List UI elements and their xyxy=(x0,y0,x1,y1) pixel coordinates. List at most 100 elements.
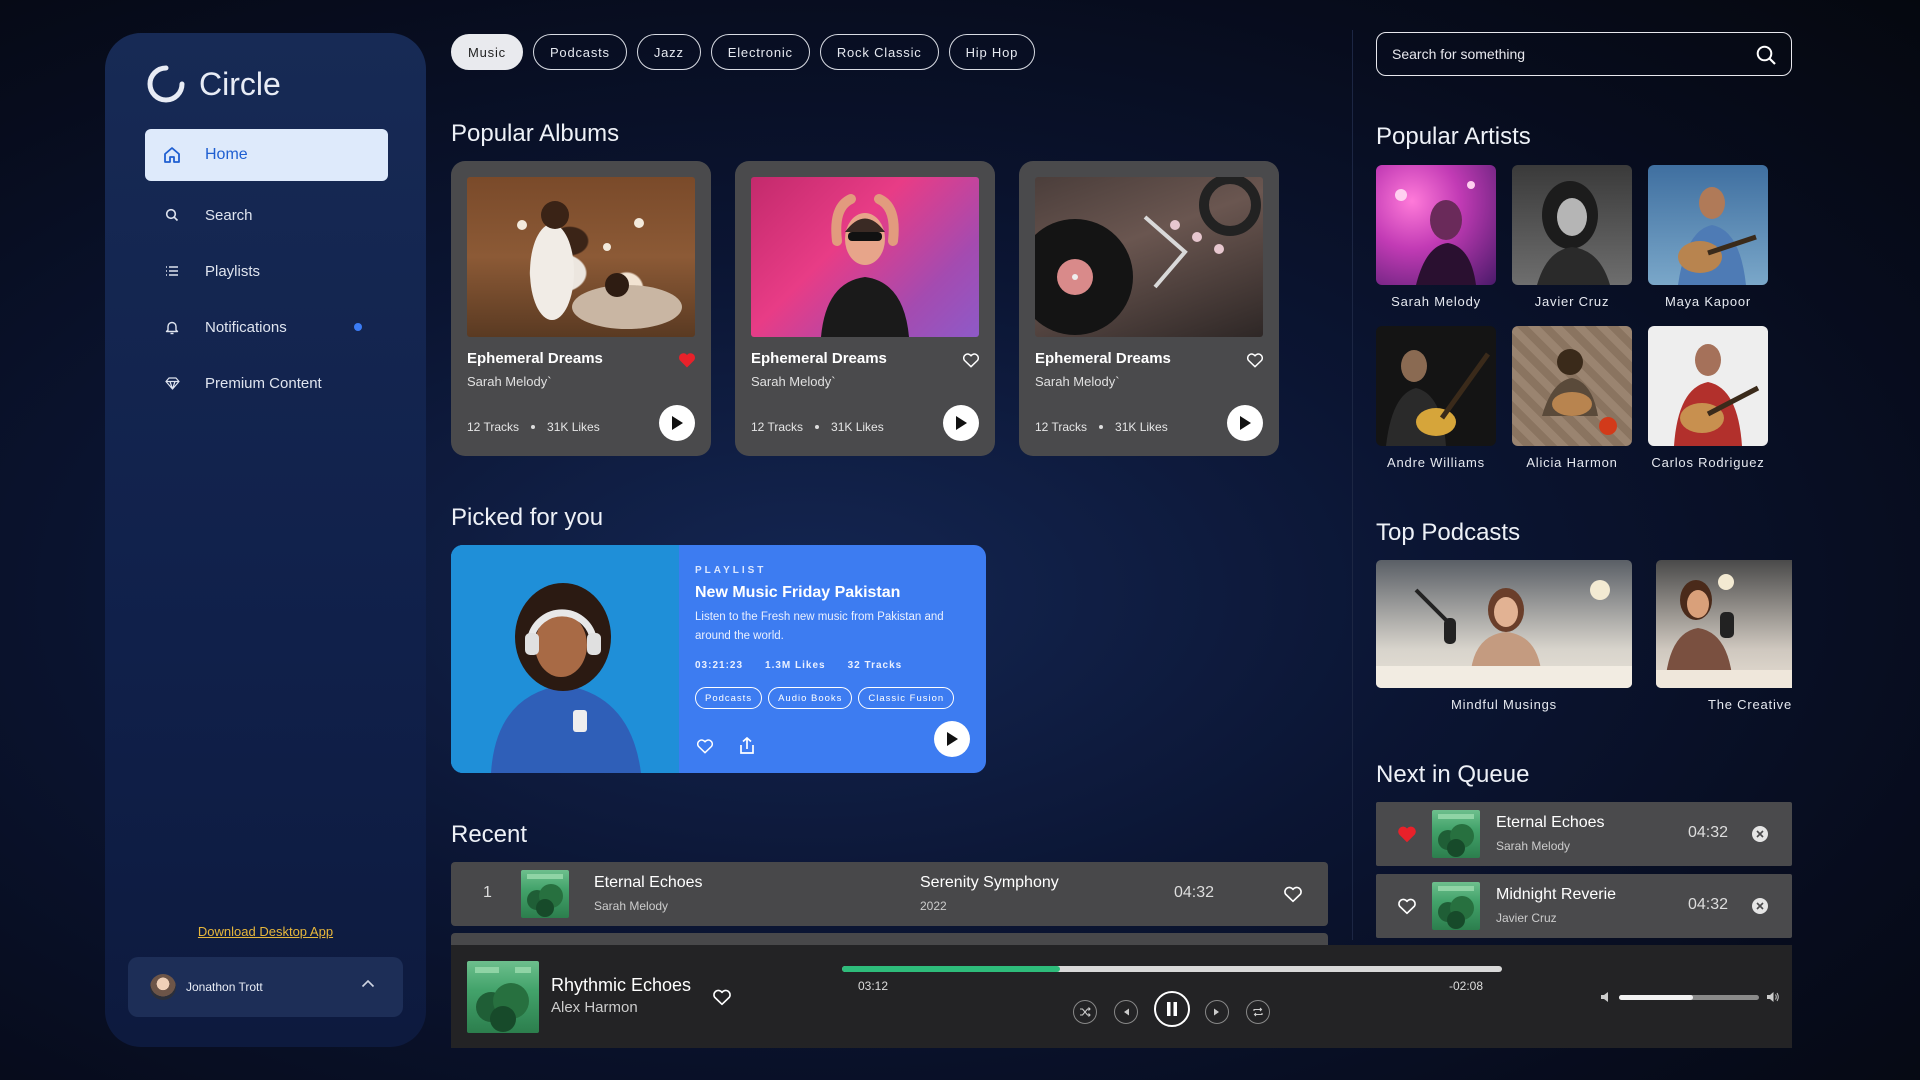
table-row[interactable] xyxy=(451,933,1328,945)
album-tracks: 12 Tracks xyxy=(1035,420,1088,434)
chip-rock-classic[interactable]: Rock Classic xyxy=(819,34,939,70)
album-title: Ephemeral Dreams xyxy=(467,350,603,367)
time-remaining: -02:08 xyxy=(1449,979,1484,993)
podcast-card[interactable]: The Creative xyxy=(1656,560,1792,712)
queue-item[interactable]: Midnight Reverie Javier Cruz 04:32 xyxy=(1376,874,1792,938)
list-icon xyxy=(163,262,181,280)
separator-dot xyxy=(531,425,536,429)
album-likes: 31K Likes xyxy=(1115,420,1168,434)
heart-icon[interactable] xyxy=(1245,350,1265,370)
featured-playlist-card[interactable]: PLAYLIST New Music Friday Pakistan Liste… xyxy=(451,545,986,773)
chip-hip-hop[interactable]: Hip Hop xyxy=(948,34,1036,70)
album-card[interactable]: Ephemeral Dreams Sarah Melody` 12 Tracks… xyxy=(1019,161,1279,456)
artist-name: Sarah Melody xyxy=(1391,294,1481,309)
close-icon[interactable] xyxy=(1752,826,1768,842)
podcast-name: The Creative xyxy=(1707,697,1792,712)
brand[interactable]: Circle xyxy=(145,63,281,105)
chevron-up-icon[interactable] xyxy=(361,979,375,988)
album-artist: Sarah Melody` xyxy=(467,374,552,389)
search-placeholder: Search for something xyxy=(1392,46,1526,62)
close-icon[interactable] xyxy=(1752,898,1768,914)
chip-electronic[interactable]: Electronic xyxy=(710,34,810,70)
artist-card[interactable]: Sarah Melody xyxy=(1376,165,1496,309)
volume-low-icon[interactable] xyxy=(1599,990,1611,1004)
album-meta: 12 Tracks 31K Likes xyxy=(467,420,600,434)
podcast-cover xyxy=(1376,560,1632,688)
playlist-type-label: PLAYLIST xyxy=(695,565,767,576)
artist-card[interactable]: Alicia Harmon xyxy=(1512,326,1632,470)
tag-audio-books[interactable]: Audio Books xyxy=(768,687,853,709)
picked-for-you-title: Picked for you xyxy=(451,504,604,531)
artist-card[interactable]: Javier Cruz xyxy=(1512,165,1632,309)
play-button[interactable] xyxy=(1227,405,1263,441)
track-title: Midnight Reverie xyxy=(1496,886,1617,903)
sidebar-item-search[interactable]: Search xyxy=(145,189,388,241)
sidebar-item-playlists[interactable]: Playlists xyxy=(145,245,388,297)
heart-filled-icon[interactable] xyxy=(1396,823,1418,845)
chip-jazz[interactable]: Jazz xyxy=(636,34,701,70)
share-icon[interactable] xyxy=(737,736,757,756)
pause-button[interactable] xyxy=(1154,991,1190,1027)
play-button[interactable] xyxy=(659,405,695,441)
track-cover xyxy=(521,870,569,918)
album-card[interactable]: Ephemeral Dreams Sarah Melody` 12 Tracks… xyxy=(451,161,711,456)
album-meta: 12 Tracks 31K Likes xyxy=(1035,420,1168,434)
artist-photo xyxy=(1376,165,1496,285)
sidebar-item-notifications[interactable]: Notifications xyxy=(145,301,388,353)
artist-card[interactable]: Andre Williams xyxy=(1376,326,1496,470)
play-button[interactable] xyxy=(934,721,970,757)
download-desktop-link[interactable]: Download Desktop App xyxy=(105,924,426,939)
separator-dot xyxy=(1099,425,1104,429)
heart-icon[interactable] xyxy=(1282,883,1304,905)
heart-icon[interactable] xyxy=(961,350,981,370)
artist-photo xyxy=(1648,165,1768,285)
playlist-cover xyxy=(451,545,679,773)
genre-chips: Music Podcasts Jazz Electronic Rock Clas… xyxy=(451,34,1036,70)
album-likes: 31K Likes xyxy=(831,420,884,434)
repeat-icon[interactable] xyxy=(1246,1000,1270,1024)
previous-icon[interactable] xyxy=(1114,1000,1138,1024)
sidebar: Circle Home Search Playlists Notificatio… xyxy=(105,33,426,1047)
sidebar-item-label: Premium Content xyxy=(205,374,322,392)
playlist-description: Listen to the Fresh new music from Pakis… xyxy=(695,611,944,642)
artist-photo xyxy=(1512,165,1632,285)
artist-name: Alicia Harmon xyxy=(1526,455,1618,470)
artist-card[interactable]: Maya Kapoor xyxy=(1648,165,1768,309)
volume-fill xyxy=(1619,995,1694,1000)
shuffle-icon[interactable] xyxy=(1073,1000,1097,1024)
play-button[interactable] xyxy=(943,405,979,441)
track-album: Serenity Symphony xyxy=(920,874,1059,891)
volume-high-icon[interactable] xyxy=(1766,990,1780,1004)
user-menu[interactable]: Jonathon Trott xyxy=(128,957,403,1017)
chip-music[interactable]: Music xyxy=(451,34,523,70)
column-divider xyxy=(1352,30,1353,940)
podcast-card[interactable]: Mindful Musings xyxy=(1376,560,1632,712)
tag-classic-fusion[interactable]: Classic Fusion xyxy=(858,687,955,709)
next-icon[interactable] xyxy=(1205,1000,1229,1024)
table-row[interactable]: 1 Eternal Echoes Sarah Melody Serenity S… xyxy=(451,862,1328,926)
sidebar-item-home[interactable]: Home xyxy=(145,129,388,181)
album-cover xyxy=(467,177,695,337)
queue-item[interactable]: Eternal Echoes Sarah Melody 04:32 xyxy=(1376,802,1792,866)
progress-bar[interactable] xyxy=(842,966,1502,972)
tag-podcasts[interactable]: Podcasts xyxy=(695,687,763,709)
chip-podcasts[interactable]: Podcasts xyxy=(532,34,627,70)
heart-icon[interactable] xyxy=(1396,895,1418,917)
search-icon[interactable] xyxy=(1755,44,1777,66)
volume-slider[interactable] xyxy=(1619,995,1759,1000)
track-title: Eternal Echoes xyxy=(594,874,703,891)
album-card[interactable]: Ephemeral Dreams Sarah Melody` 12 Tracks… xyxy=(735,161,995,456)
popular-artists-title: Popular Artists xyxy=(1376,123,1531,150)
podcast-name: Mindful Musings xyxy=(1451,697,1557,712)
sidebar-item-premium[interactable]: Premium Content xyxy=(145,357,388,409)
heart-icon[interactable] xyxy=(711,986,733,1008)
album-tracks: 12 Tracks xyxy=(467,420,520,434)
top-podcasts-title: Top Podcasts xyxy=(1376,519,1521,546)
playlist-likes: 1.3M Likes xyxy=(765,660,826,671)
playlist-tags: Podcasts Audio Books Classic Fusion xyxy=(695,687,955,709)
heart-filled-icon[interactable] xyxy=(677,350,697,370)
heart-icon[interactable] xyxy=(695,736,715,756)
track-number: 1 xyxy=(483,884,492,901)
artist-card[interactable]: Carlos Rodriguez xyxy=(1648,326,1768,470)
search-input[interactable]: Search for something xyxy=(1376,32,1792,76)
